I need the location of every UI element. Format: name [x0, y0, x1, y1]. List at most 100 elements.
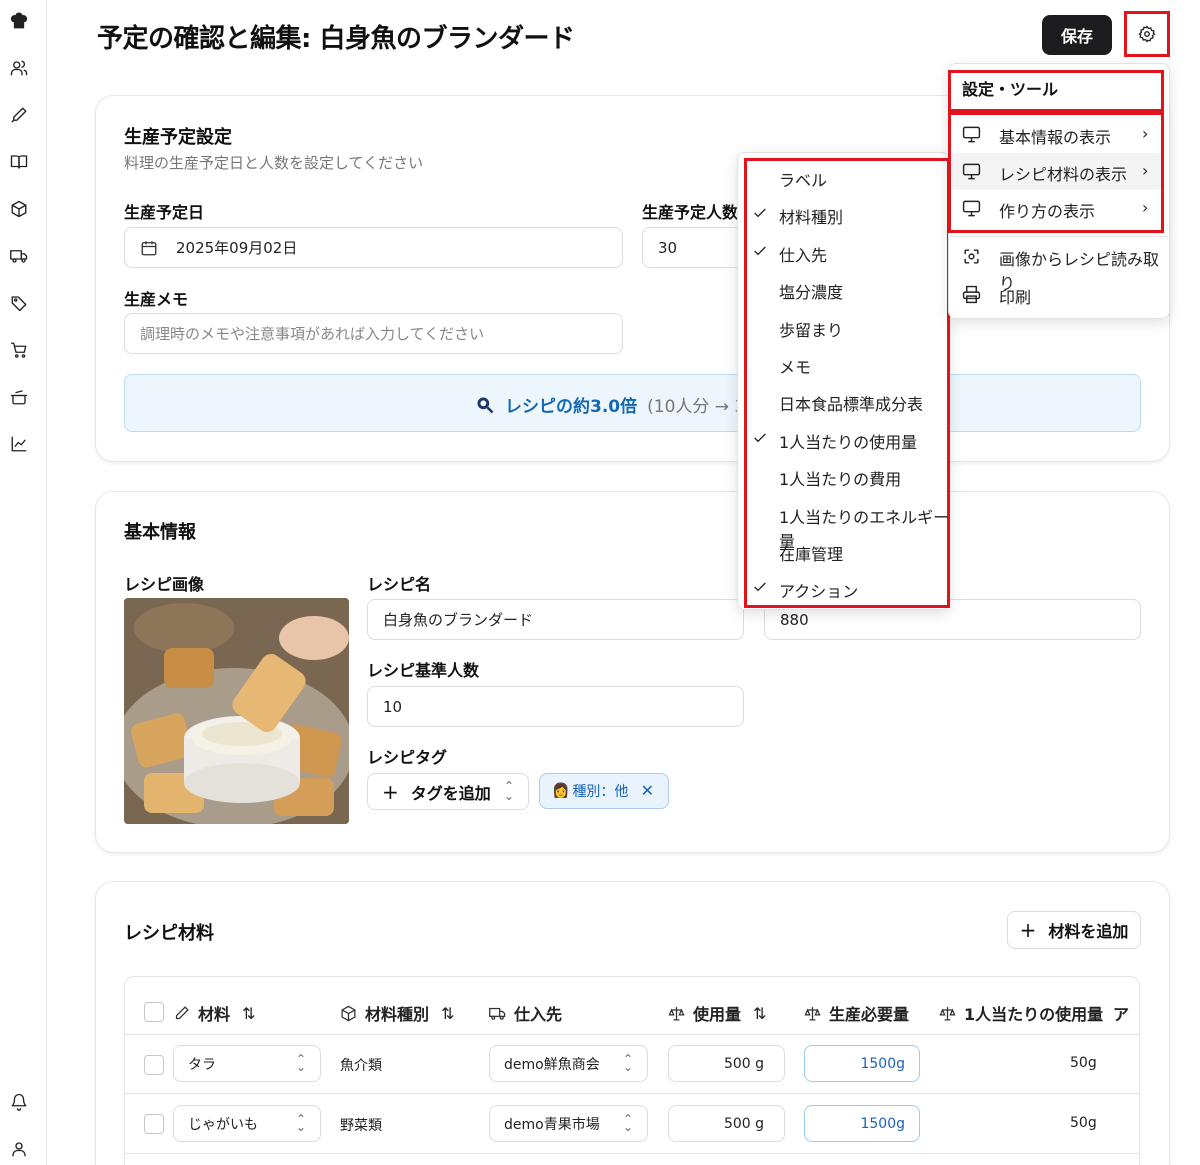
column-toggle-item[interactable]: 日本食品標準成分表 [738, 383, 951, 420]
close-icon[interactable]: ✕ [641, 781, 654, 800]
pen-icon[interactable] [8, 104, 30, 126]
page-title: 予定の確認と編集: 白身魚のブランダード [97, 24, 575, 54]
production-title: 生産予定設定 [124, 127, 232, 148]
servings-field[interactable]: 10 [367, 686, 744, 727]
box-icon[interactable] [8, 198, 30, 220]
column-toggle-label: 歩留まり [779, 320, 844, 340]
add-tag-button[interactable]: + タグを追加 ⌃ ⌄ [367, 773, 529, 810]
people-field[interactable]: 30 [642, 227, 752, 268]
add-material-label: 材料を追加 [1048, 922, 1129, 941]
save-button[interactable]: 保存 [1042, 15, 1112, 55]
people-label: 生産予定人数 [642, 203, 739, 222]
updown-icon: ⌃ ⌄ [295, 1052, 306, 1074]
basic-title: 基本情報 [124, 522, 196, 543]
chevron-right-icon: › [1142, 198, 1149, 217]
amount-field[interactable]: 500 g [668, 1045, 785, 1082]
column-header-amount[interactable]: 使用量 ⇅ [668, 1001, 766, 1025]
column-toggle-item[interactable]: 材料種別 [738, 196, 951, 233]
bell-icon[interactable] [8, 1091, 30, 1113]
row-checkbox[interactable] [144, 1114, 164, 1134]
chevron-right-icon: › [1142, 124, 1149, 143]
supplier-name: demo青果市場 [504, 1116, 600, 1133]
column-toggle-item[interactable]: 塩分濃度 [738, 271, 951, 308]
check-icon [752, 430, 768, 446]
name-label: レシピ名 [367, 575, 432, 594]
required-value: 1500g [804, 1045, 920, 1082]
menu-item-image-scan[interactable]: 画像からレシピ読み取り [952, 238, 1164, 293]
column-header-action[interactable]: ア [1113, 1001, 1129, 1025]
updown-icon: ⌃ ⌄ [622, 1052, 633, 1074]
check-icon [752, 205, 768, 221]
book-icon[interactable] [8, 151, 30, 173]
ratio-banner: レシピの約3.0倍 (10人分 → 3 [124, 374, 1141, 432]
column-visibility-menu: ラベル 材料種別 仕入先 塩分濃度 歩留まり メモ 日本食品標準成分表 1人当たりの使用量 1人… [737, 152, 950, 610]
add-material-button[interactable]: + 材料を追加 [1007, 911, 1141, 949]
column-toggle-item[interactable]: 1人当たりのエネルギー量 [738, 496, 951, 551]
people-value: 30 [658, 238, 678, 257]
menu-item-steps[interactable]: 作り方の表示 › [952, 190, 1164, 227]
calendar-icon [141, 240, 157, 255]
person-emoji-icon: 👩 [552, 783, 570, 799]
material-select[interactable]: じゃがいも ⌃ ⌄ [173, 1105, 321, 1142]
cart-icon[interactable] [8, 339, 30, 361]
chart-icon[interactable] [8, 433, 30, 455]
column-toggle-item[interactable]: 仕入先 [738, 234, 951, 271]
settings-button[interactable] [1124, 11, 1170, 57]
check-icon [752, 243, 768, 259]
scale-icon [668, 1006, 685, 1021]
add-tag-label: タグを追加 [410, 783, 491, 803]
price-value: 880 [780, 610, 809, 629]
supplier-select[interactable]: demo青果市場 ⌃ ⌄ [489, 1105, 648, 1142]
tag-chip[interactable]: 👩 種別：他 ✕ [539, 773, 669, 809]
sort-icon[interactable]: ⇅ [441, 1004, 454, 1023]
updown-icon: ⌃ ⌄ [622, 1112, 633, 1134]
column-toggle-item[interactable]: アクション [738, 570, 951, 607]
column-toggle-item[interactable]: メモ [738, 346, 951, 383]
memo-label: 生産メモ [124, 290, 189, 309]
tag-chip-label: 種別：他 [572, 784, 629, 800]
settings-menu-title: 設定・ツール [962, 80, 1059, 99]
recipe-image[interactable] [124, 598, 349, 824]
chef-hat-icon[interactable] [8, 10, 30, 32]
menu-item-print[interactable]: 印刷 [952, 276, 1164, 313]
tags-icon[interactable] [8, 292, 30, 314]
tag-label: レシピタグ [367, 748, 448, 767]
column-toggle-item[interactable]: 1人当たりの使用量 [738, 421, 951, 458]
date-field[interactable]: 2025年09月02日 [124, 227, 623, 268]
column-header-required[interactable]: 生産必要量 [804, 1001, 909, 1025]
column-toggle-item[interactable]: 1人当たりの費用 [738, 458, 951, 495]
pen-icon [175, 1005, 189, 1019]
scale-icon [939, 1006, 956, 1021]
column-toggle-item[interactable]: 在庫管理 [738, 533, 951, 570]
divider [949, 236, 1169, 237]
column-toggle-item[interactable]: 歩留まり [738, 309, 951, 346]
servings-value: 10 [383, 697, 403, 716]
column-material-label: 材料 [198, 1005, 231, 1024]
menu-item-label: 印刷 [999, 288, 1032, 307]
amount-field[interactable]: 500 g [668, 1105, 785, 1142]
select-all-checkbox[interactable] [144, 1002, 164, 1022]
users-icon[interactable] [8, 57, 30, 79]
pot-icon[interactable] [8, 386, 30, 408]
recipe-name-field[interactable]: 白身魚のブランダード [367, 599, 744, 640]
truck-icon[interactable] [8, 245, 30, 267]
plus-icon: + [382, 779, 399, 804]
material-name: じゃがいも [188, 1116, 258, 1133]
column-header-material[interactable]: 材料 ⇅ [173, 1001, 255, 1025]
scan-icon [964, 249, 979, 264]
column-toggle-item[interactable]: ラベル [738, 159, 951, 196]
memo-field[interactable]: 調理時のメモや注意事項があれば入力してください [124, 313, 623, 354]
sort-icon[interactable]: ⇅ [242, 1004, 255, 1023]
servings-label: レシピ基準人数 [367, 661, 480, 680]
user-icon[interactable] [8, 1138, 30, 1160]
menu-item-basic-info[interactable]: 基本情報の表示 › [952, 116, 1164, 153]
row-checkbox[interactable] [144, 1055, 164, 1075]
image-label: レシピ画像 [124, 575, 205, 594]
menu-item-materials[interactable]: レシピ材料の表示 › [952, 153, 1164, 190]
column-header-type[interactable]: 材料種別 ⇅ [340, 1001, 454, 1025]
column-header-per-person[interactable]: 1人当たりの使用量 [939, 1001, 1103, 1025]
material-select[interactable]: タラ ⌃ ⌄ [173, 1045, 321, 1082]
column-header-supplier[interactable]: 仕入先 [489, 1001, 562, 1025]
supplier-select[interactable]: demo鮮魚商会 ⌃ ⌄ [489, 1045, 648, 1082]
sort-icon[interactable]: ⇅ [753, 1004, 766, 1023]
